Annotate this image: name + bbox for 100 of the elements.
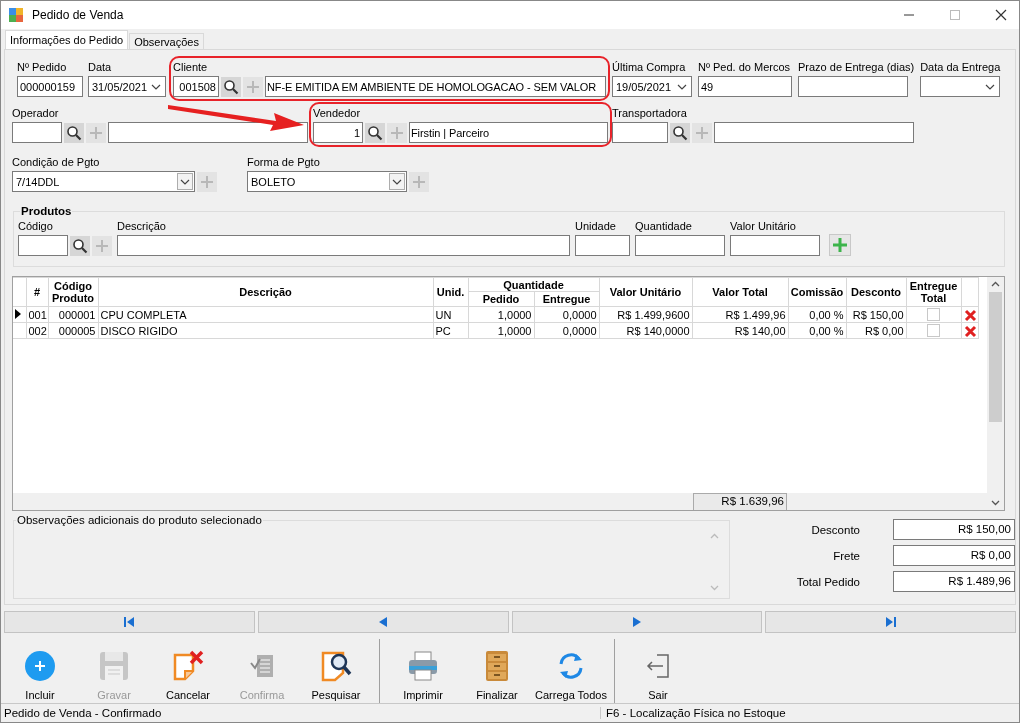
delete-icon[interactable] bbox=[963, 308, 977, 322]
field-label: Unidade bbox=[575, 219, 617, 233]
table-cell: R$ 140,00 bbox=[692, 322, 788, 339]
table-cell: 0,00 % bbox=[788, 322, 846, 339]
status-text: Pedido de Venda - Confirmado bbox=[1, 707, 601, 719]
chevron-icon bbox=[985, 83, 996, 90]
delete-icon[interactable] bbox=[963, 324, 977, 338]
chevron-icon bbox=[677, 83, 687, 90]
column-header: Código Produto bbox=[48, 277, 98, 307]
description-field[interactable] bbox=[108, 122, 308, 143]
code-field[interactable]: 001508 bbox=[173, 76, 219, 97]
description-field[interactable]: NF-E EMITIDA EM AMBIENTE DE HOMOLOGACAO - SEM VALOR bbox=[265, 76, 606, 97]
field-label: Nº Pedido bbox=[17, 60, 68, 74]
field-label: Quantidade bbox=[635, 219, 693, 233]
scroll-down-icon[interactable] bbox=[991, 500, 1000, 506]
column-header: Entregue Total bbox=[906, 277, 961, 307]
column-header: Unid. bbox=[433, 277, 468, 307]
close-icon[interactable] bbox=[995, 9, 1007, 21]
chevron-icon bbox=[180, 178, 190, 185]
toolbar-button[interactable]: Incluir bbox=[3, 635, 77, 703]
group-title: Observações adicionais do produto selecionado bbox=[16, 514, 263, 526]
field-label: Operador bbox=[12, 106, 60, 120]
previous-icon bbox=[379, 617, 388, 627]
text-field[interactable] bbox=[18, 235, 68, 256]
text-field[interactable] bbox=[635, 235, 725, 256]
scrollbar[interactable] bbox=[987, 277, 1004, 510]
tab[interactable]: Observações bbox=[129, 33, 204, 49]
column-header: Pedido bbox=[468, 291, 534, 307]
table-cell: 002 bbox=[26, 322, 48, 339]
printer-icon bbox=[406, 649, 440, 683]
field-label: Última Compra bbox=[612, 60, 687, 74]
toolbar-button[interactable]: Cancelar bbox=[151, 635, 225, 703]
table-cell: R$ 140,0000 bbox=[599, 322, 692, 339]
dropdown-field[interactable] bbox=[920, 76, 1001, 97]
table-cell: 0,00 % bbox=[788, 306, 846, 323]
column-header: Comissão bbox=[788, 277, 846, 307]
field-label: Vendedor bbox=[313, 106, 362, 120]
table-cell: DISCO RIGIDO bbox=[98, 322, 433, 339]
table-cell: CPU COMPLETA bbox=[98, 306, 433, 323]
table-cell: 000005 bbox=[48, 322, 98, 339]
next-icon bbox=[632, 617, 641, 627]
toolbar-button[interactable]: Sair bbox=[621, 635, 695, 703]
column-header: # bbox=[26, 277, 48, 307]
column-header: Quantidade bbox=[468, 277, 599, 292]
scroll-up-icon[interactable] bbox=[991, 281, 1000, 287]
add-icon bbox=[23, 649, 57, 683]
field-label: Cliente bbox=[173, 60, 209, 74]
dropdown-field[interactable]: 19/05/2021 bbox=[612, 76, 692, 97]
table-cell: R$ 0,00 bbox=[846, 322, 906, 339]
code-field[interactable]: 1 bbox=[313, 122, 363, 143]
status-text: F6 - Localização Física no Estoque bbox=[605, 707, 786, 719]
toolbar-button[interactable]: Finalizar bbox=[460, 635, 534, 703]
column-header: Desconto bbox=[846, 277, 906, 307]
search-button[interactable] bbox=[221, 76, 241, 97]
field-label: Valor Unitário bbox=[730, 219, 797, 233]
table-cell: R$ 150,00 bbox=[846, 306, 906, 323]
document-search-icon bbox=[319, 649, 353, 683]
group-title: Produtos bbox=[20, 205, 73, 217]
sum-total: R$ 1.639,96 bbox=[693, 493, 787, 510]
total-field: R$ 1.489,96 bbox=[893, 571, 1015, 592]
total-field: R$ 0,00 bbox=[893, 545, 1015, 566]
text-field[interactable] bbox=[798, 76, 908, 97]
search-button[interactable] bbox=[365, 122, 385, 143]
search-button[interactable] bbox=[70, 235, 90, 256]
description-field[interactable]: Firstin | Parceiro bbox=[409, 122, 608, 143]
search-button[interactable] bbox=[64, 122, 84, 143]
table-cell: 000001 bbox=[48, 306, 98, 323]
field-label: Nº Ped. do Mercos bbox=[698, 60, 792, 74]
text-field[interactable] bbox=[575, 235, 630, 256]
code-field[interactable] bbox=[612, 122, 668, 143]
column-header: Descrição bbox=[98, 277, 433, 307]
table-cell: R$ 1.499,9600 bbox=[599, 306, 692, 323]
first-icon bbox=[123, 617, 136, 627]
checkbox[interactable] bbox=[927, 324, 940, 338]
toolbar-button[interactable]: Carrega Todos bbox=[534, 635, 608, 703]
code-field[interactable] bbox=[12, 122, 62, 143]
toolbar-button[interactable]: Pesquisar bbox=[299, 635, 373, 703]
total-label: Frete bbox=[832, 549, 860, 562]
total-field: R$ 150,00 bbox=[893, 519, 1015, 540]
text-field[interactable] bbox=[730, 235, 820, 256]
tab[interactable]: Informações do Pedido bbox=[5, 30, 129, 49]
field-label: Data da Entrega bbox=[920, 60, 1001, 74]
text-field[interactable] bbox=[117, 235, 570, 256]
dropdown-field[interactable]: 7/14DDL bbox=[12, 171, 195, 192]
search-button[interactable] bbox=[670, 122, 690, 143]
text-field[interactable]: 49 bbox=[698, 76, 792, 97]
table-cell: 001 bbox=[26, 306, 48, 323]
total-label: Desconto bbox=[810, 523, 860, 536]
dropdown-field[interactable]: BOLETO bbox=[247, 171, 407, 192]
dropdown-field[interactable]: 31/05/2021 bbox=[88, 76, 166, 97]
description-field[interactable] bbox=[714, 122, 914, 143]
add-item-button[interactable] bbox=[829, 234, 851, 256]
checkbox[interactable] bbox=[927, 308, 940, 322]
app-icon bbox=[8, 7, 24, 23]
field-label: Descrição bbox=[117, 219, 167, 233]
last-icon bbox=[884, 617, 897, 627]
document-x-icon bbox=[171, 649, 205, 683]
toolbar-button[interactable]: Imprimir bbox=[386, 635, 460, 703]
text-field[interactable]: 000000159 bbox=[17, 76, 83, 97]
column-header: Valor Total bbox=[692, 277, 788, 307]
